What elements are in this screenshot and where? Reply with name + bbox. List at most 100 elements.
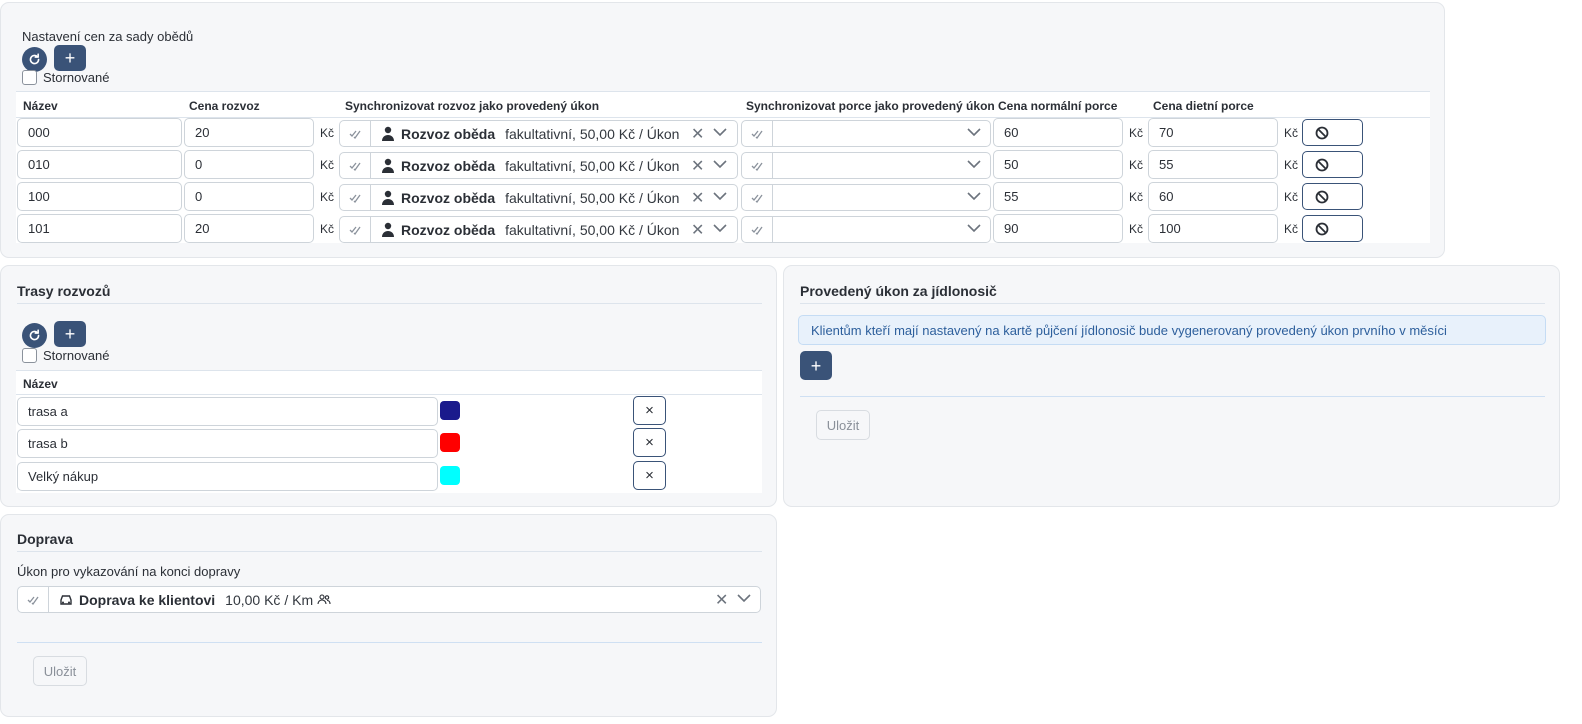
prices-card: Nastavení cen za sady obědů + Stornované… (0, 2, 1445, 258)
portion-service-select[interactable] (773, 152, 991, 179)
add-route-button[interactable]: + (54, 321, 86, 347)
clear-icon[interactable]: ✕ (691, 156, 704, 176)
route-name-input[interactable]: trasa b (17, 429, 438, 458)
sync-portion-toggle[interactable] (741, 120, 773, 147)
routes-card: Trasy rozvozů + Stornované Název trasa a… (0, 265, 777, 507)
refresh-icon (29, 329, 40, 341)
diet-price-input[interactable]: 100 (1148, 214, 1278, 243)
route-name-input[interactable]: trasa a (17, 397, 438, 426)
ban-icon (1315, 222, 1329, 235)
cancelled-filter[interactable]: Stornované (22, 348, 110, 363)
car-icon (60, 594, 72, 605)
delivery-service-select[interactable]: Rozvoz oběda fakultativní, 50,00 Kč / Úk… (371, 152, 738, 179)
prices-title: Nastavení cen za sady obědů (22, 29, 194, 44)
clear-icon[interactable]: ✕ (691, 124, 704, 144)
chevron-down-icon[interactable] (967, 160, 981, 169)
sync-delivery-toggle[interactable] (339, 120, 371, 147)
normal-price-input[interactable]: 90 (993, 214, 1123, 243)
cancel-row-button[interactable] (1302, 119, 1363, 146)
sync-transport-toggle[interactable] (17, 586, 49, 613)
cancel-row-button[interactable] (1302, 183, 1363, 210)
cancelled-checkbox[interactable] (22, 348, 37, 363)
delivery-price-input[interactable]: 20 (184, 214, 314, 243)
normal-price-input[interactable]: 50 (993, 150, 1123, 179)
clear-icon[interactable]: ✕ (715, 590, 728, 610)
portion-service-select[interactable] (773, 184, 991, 211)
double-check-icon (349, 162, 361, 171)
name-input[interactable]: 100 (17, 182, 182, 211)
service-detail: 10,00 Kč / Km (225, 591, 314, 608)
service-name: Rozvoz oběda (401, 157, 496, 174)
chevron-down-icon[interactable] (967, 128, 981, 137)
chevron-down-icon[interactable] (713, 192, 727, 201)
clear-icon[interactable]: ✕ (691, 220, 704, 240)
service-name: Rozvoz oběda (401, 189, 496, 206)
chevron-down-icon[interactable] (713, 128, 727, 137)
double-check-icon (349, 130, 361, 139)
name-input[interactable]: 101 (17, 214, 182, 243)
feeding-title: Provedený úkon za jídlonosič (800, 283, 997, 299)
cancel-row-button[interactable] (1302, 215, 1363, 242)
diet-price-input[interactable]: 70 (1148, 118, 1278, 147)
cancel-row-button[interactable] (1302, 151, 1363, 178)
th-delivery-price: Cena rozvoz (189, 99, 260, 113)
clear-icon[interactable]: ✕ (691, 188, 704, 208)
person-icon (382, 126, 394, 141)
double-check-icon (349, 226, 361, 235)
delivery-price-input[interactable]: 0 (184, 182, 314, 211)
sync-portion-toggle[interactable] (741, 184, 773, 211)
name-input[interactable]: 010 (17, 150, 182, 179)
th-normal-price: Cena normální porce (998, 99, 1118, 113)
save-button[interactable]: Uložit (816, 410, 870, 440)
portion-service-select[interactable] (773, 120, 991, 147)
cancelled-filter[interactable]: Stornované (22, 70, 110, 85)
chevron-down-icon[interactable] (967, 192, 981, 201)
add-feeding-button[interactable]: + (800, 351, 832, 380)
route-color-swatch[interactable] (440, 466, 460, 485)
remove-route-button[interactable]: × (633, 396, 666, 425)
sync-portion-toggle[interactable] (741, 152, 773, 179)
chevron-down-icon[interactable] (713, 224, 727, 233)
remove-route-button[interactable]: × (633, 428, 666, 457)
transport-field-label: Úkon pro vykazování na konci dopravy (17, 564, 241, 579)
diet-price-input[interactable]: 60 (1148, 182, 1278, 211)
transport-title: Doprava (17, 531, 74, 547)
chevron-down-icon[interactable] (713, 160, 727, 169)
delivery-price-input[interactable]: 0 (184, 150, 314, 179)
route-color-swatch[interactable] (440, 401, 460, 420)
sync-delivery-toggle[interactable] (339, 152, 371, 179)
route-color-swatch[interactable] (440, 433, 460, 452)
th-name: Název (23, 377, 58, 391)
delivery-service-select[interactable]: Rozvoz oběda fakultativní, 50,00 Kč / Úk… (371, 184, 738, 211)
currency-label: Kč (1284, 126, 1299, 140)
refresh-button[interactable] (22, 323, 47, 348)
person-icon (382, 190, 394, 205)
normal-price-input[interactable]: 55 (993, 182, 1123, 211)
save-button[interactable]: Uložit (33, 656, 87, 686)
chevron-down-icon[interactable] (967, 224, 981, 233)
currency-label: Kč (1284, 158, 1299, 172)
remove-route-button[interactable]: × (633, 461, 666, 490)
sync-delivery-toggle[interactable] (339, 216, 371, 243)
person-icon (382, 222, 394, 237)
double-check-icon (751, 194, 763, 203)
delivery-price-input[interactable]: 20 (184, 118, 314, 147)
route-name-input[interactable]: Velký nákup (17, 462, 438, 491)
service-detail: fakultativní, 50,00 Kč / Úkon (505, 157, 680, 174)
currency-label: Kč (320, 190, 335, 204)
refresh-button[interactable] (22, 47, 47, 72)
cancelled-checkbox[interactable] (22, 70, 37, 85)
portion-service-select[interactable] (773, 216, 991, 243)
add-price-button[interactable]: + (54, 45, 86, 71)
chevron-down-icon[interactable] (737, 594, 751, 603)
th-sync-delivery: Synchronizovat rozvoz jako provedený úko… (345, 99, 600, 113)
sync-portion-toggle[interactable] (741, 216, 773, 243)
delivery-service-select[interactable]: Rozvoz oběda fakultativní, 50,00 Kč / Úk… (371, 216, 738, 243)
diet-price-input[interactable]: 55 (1148, 150, 1278, 179)
delivery-service-select[interactable]: Rozvoz oběda fakultativní, 50,00 Kč / Úk… (371, 120, 738, 147)
service-detail: fakultativní, 50,00 Kč / Úkon (505, 125, 680, 142)
name-input[interactable]: 000 (17, 118, 182, 147)
transport-service-select[interactable]: Doprava ke klientovi 10,00 Kč / Km (49, 586, 761, 613)
sync-delivery-toggle[interactable] (339, 184, 371, 211)
normal-price-input[interactable]: 60 (993, 118, 1123, 147)
